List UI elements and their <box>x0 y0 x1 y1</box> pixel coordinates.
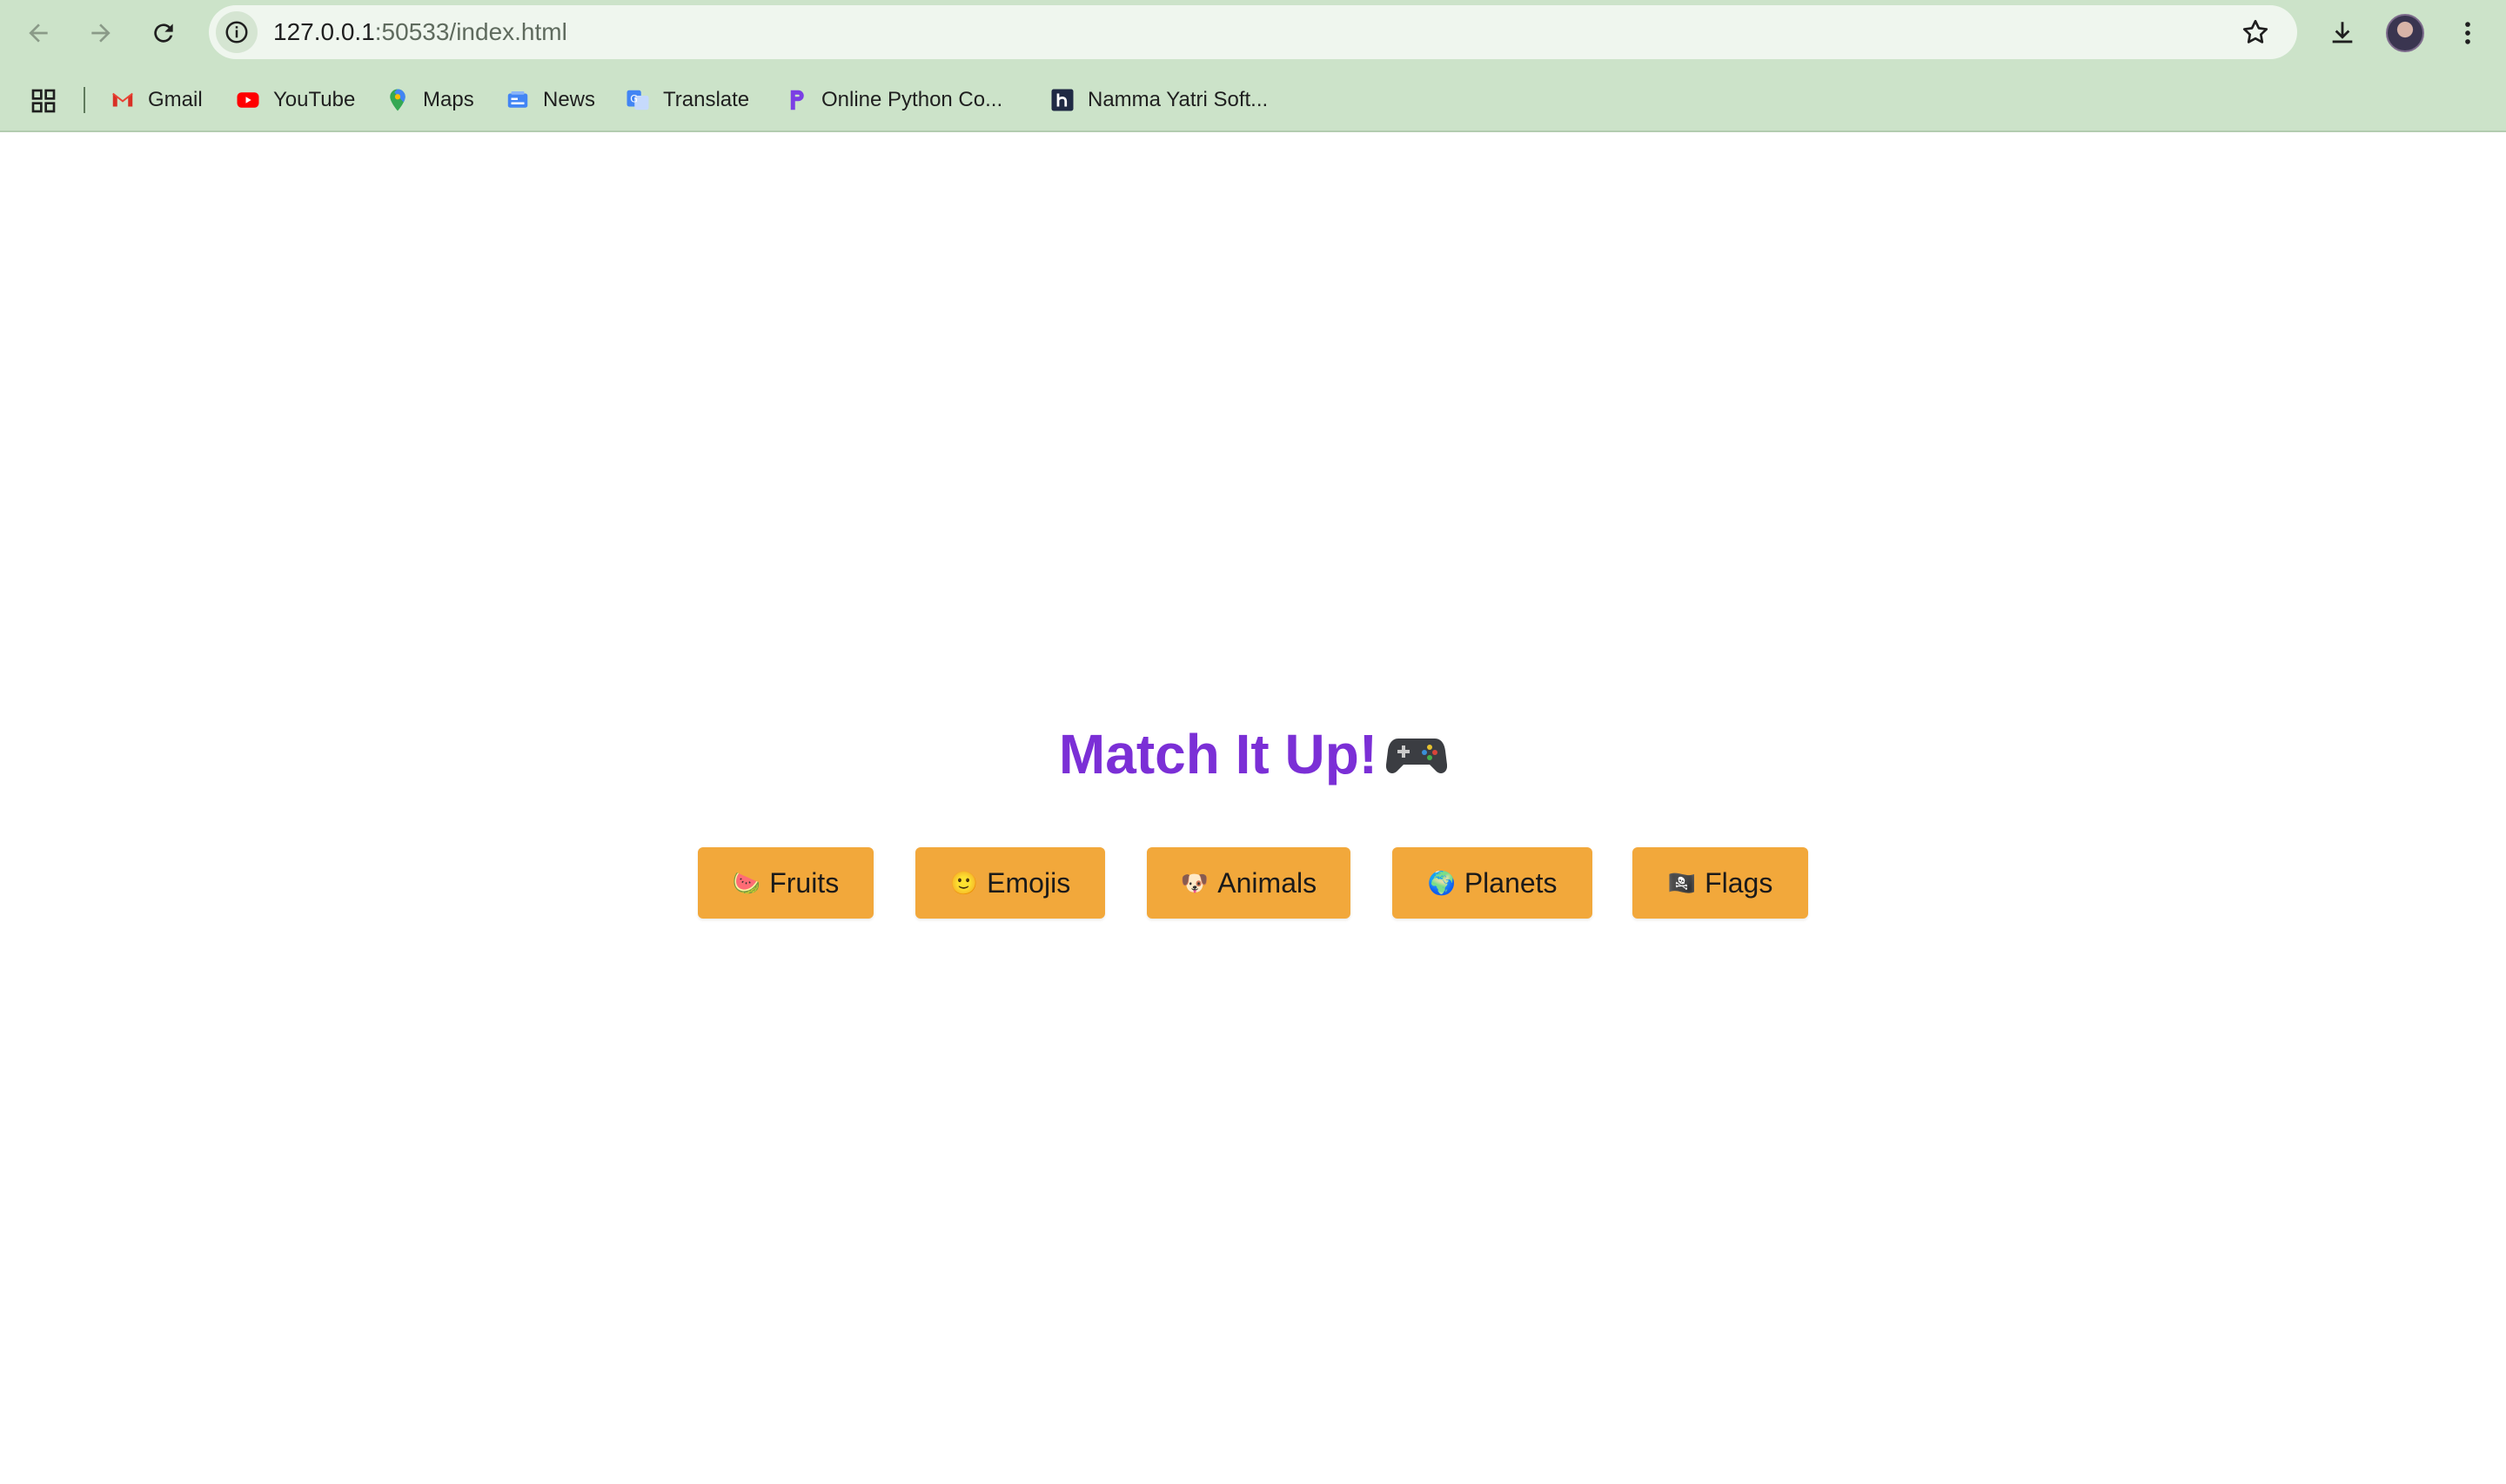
bookmark-star-icon[interactable] <box>2240 17 2271 48</box>
bookmarks-bar: Gmail YouTube Maps News G Translate Onli… <box>0 78 2506 122</box>
bookmark-translate[interactable]: G Translate <box>625 78 749 122</box>
url-path: :50533/index.html <box>374 18 567 45</box>
svg-text:G: G <box>630 94 638 105</box>
category-flags-button[interactable]: 🏴‍☠️ Flags <box>1632 847 1808 919</box>
gmail-icon <box>110 87 136 113</box>
bookmark-online-python[interactable]: Online Python Co... <box>783 78 1002 122</box>
address-bar[interactable]: 127.0.0.1:50533/index.html <box>209 5 2297 59</box>
more-vert-icon <box>2465 22 2470 44</box>
reload-icon <box>154 23 173 43</box>
game-controller-icon <box>1386 739 1448 773</box>
bookmarks-divider <box>84 87 85 113</box>
category-planets-button[interactable]: 🌍 Planets <box>1392 847 1592 919</box>
news-icon <box>505 87 531 113</box>
python-compiler-icon <box>783 87 809 113</box>
bookmark-gmail[interactable]: Gmail <box>110 78 203 122</box>
download-icon <box>2332 22 2353 43</box>
category-label: Emojis <box>987 866 1071 899</box>
bookmark-youtube[interactable]: YouTube <box>235 78 355 122</box>
category-emojis-button[interactable]: 🙂 Emojis <box>915 847 1105 919</box>
category-animals-button[interactable]: 🐶 Animals <box>1147 847 1350 919</box>
page-title-text: Match It Up! <box>1058 723 1378 785</box>
category-label: Fruits <box>769 866 840 899</box>
bookmark-news[interactable]: News <box>505 78 595 122</box>
category-fruits-button[interactable]: 🍉 Fruits <box>698 847 874 919</box>
downloads-button[interactable] <box>2322 12 2363 54</box>
category-label: Planets <box>1464 866 1558 899</box>
maps-icon <box>385 87 411 113</box>
watermelon-icon: 🍉 <box>732 870 761 896</box>
site-info-button[interactable] <box>216 11 258 53</box>
translate-icon: G <box>625 87 651 113</box>
url-host: 127.0.0.1 <box>273 18 375 45</box>
browser-chrome: 127.0.0.1:50533/index.html Gmail YouTube… <box>0 0 2506 132</box>
back-button[interactable] <box>17 12 59 54</box>
smiley-icon: 🙂 <box>949 870 979 896</box>
category-label: Animals <box>1217 866 1317 899</box>
pirate-flag-icon: 🏴‍☠️ <box>1667 870 1697 896</box>
apps-grid-icon <box>31 89 56 113</box>
page-title: Match It Up! <box>0 715 2506 793</box>
arrow-right-icon <box>91 23 111 43</box>
globe-icon: 🌍 <box>1427 870 1456 896</box>
category-buttons: 🍉 Fruits 🙂 Emojis 🐶 Animals 🌍 Planets 🏴‍… <box>0 847 2506 919</box>
reload-button[interactable] <box>143 12 184 54</box>
url-text[interactable]: 127.0.0.1:50533/index.html <box>273 5 567 59</box>
bookmark-label: Maps <box>423 88 474 111</box>
bookmark-namma-yatri[interactable]: Namma Yatri Soft... <box>1049 78 1268 122</box>
youtube-icon <box>235 87 261 113</box>
bookmark-label: Namma Yatri Soft... <box>1088 88 1269 111</box>
dog-icon: 🐶 <box>1180 870 1209 896</box>
bookmark-label: Gmail <box>148 88 203 111</box>
bookmark-label: YouTube <box>273 88 356 111</box>
menu-button[interactable] <box>2447 12 2489 54</box>
apps-button[interactable] <box>26 85 61 117</box>
category-label: Flags <box>1705 866 1773 899</box>
bookmark-maps[interactable]: Maps <box>385 78 474 122</box>
bookmark-label: Online Python Co... <box>821 88 1003 111</box>
namma-yatri-icon <box>1049 87 1075 113</box>
bookmark-label: News <box>543 88 596 111</box>
arrow-left-icon <box>29 23 48 43</box>
profile-avatar[interactable] <box>2386 14 2424 52</box>
forward-button[interactable] <box>80 12 122 54</box>
bookmark-label: Translate <box>663 88 750 111</box>
info-icon <box>225 21 248 43</box>
